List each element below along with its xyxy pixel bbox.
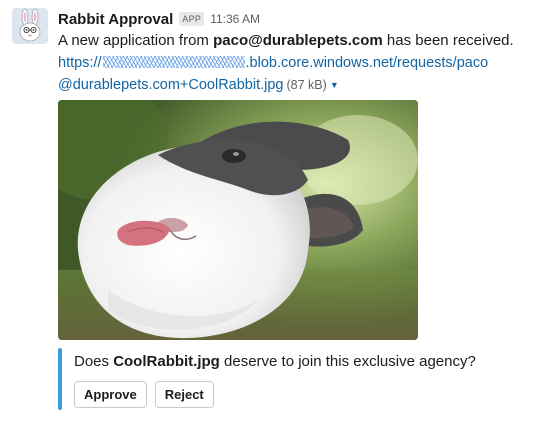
attachment-accent-bar — [58, 348, 62, 410]
action-buttons: Approve Reject — [74, 381, 214, 408]
approve-button[interactable]: Approve — [74, 381, 147, 408]
rabbit-avatar-icon[interactable] — [12, 8, 48, 44]
file-link-name[interactable]: @durablepets.com+CoolRabbit.jpg — [58, 77, 284, 93]
message-text-prefix: A new application from — [58, 32, 214, 49]
file-size: (87 kB) — [286, 78, 327, 92]
chat-message: Rabbit Approval APP 11:36 AM A new appli… — [0, 0, 540, 423]
message-text-suffix: has been received. — [382, 32, 514, 49]
file-link-prefix[interactable]: https:// — [58, 55, 102, 71]
file-link-suffix[interactable]: .blob.core.windows.net/requests/paco — [246, 55, 489, 71]
app-badge: APP — [179, 12, 205, 26]
approval-question: Does CoolRabbit.jpg deserve to join this… — [74, 352, 476, 372]
file-link-block: https:// .blob.core.windows.net/requests/… — [58, 52, 528, 96]
message-text: A new application from paco@durablepets.… — [58, 30, 514, 52]
question-prefix: Does — [74, 353, 114, 370]
message-header: Rabbit Approval APP 11:36 AM — [58, 9, 260, 29]
question-filename: CoolRabbit.jpg — [113, 353, 220, 370]
applicant-email: paco@durablepets.com — [213, 32, 383, 49]
reject-button[interactable]: Reject — [154, 381, 214, 408]
question-suffix: deserve to join this exclusive agency? — [219, 353, 476, 370]
file-link-line-2[interactable]: @durablepets.com+CoolRabbit.jpg (87 kB) ▼ — [58, 74, 528, 96]
sender-name[interactable]: Rabbit Approval — [58, 11, 173, 28]
rabbit-photo[interactable] — [58, 100, 418, 340]
file-link-line-1[interactable]: https:// .blob.core.windows.net/requests/… — [58, 52, 528, 74]
redacted-hostname — [102, 56, 245, 68]
chevron-down-icon[interactable]: ▼ — [330, 74, 339, 96]
approval-attachment: Does CoolRabbit.jpg deserve to join this… — [58, 348, 528, 410]
message-timestamp[interactable]: 11:36 AM — [210, 12, 260, 26]
